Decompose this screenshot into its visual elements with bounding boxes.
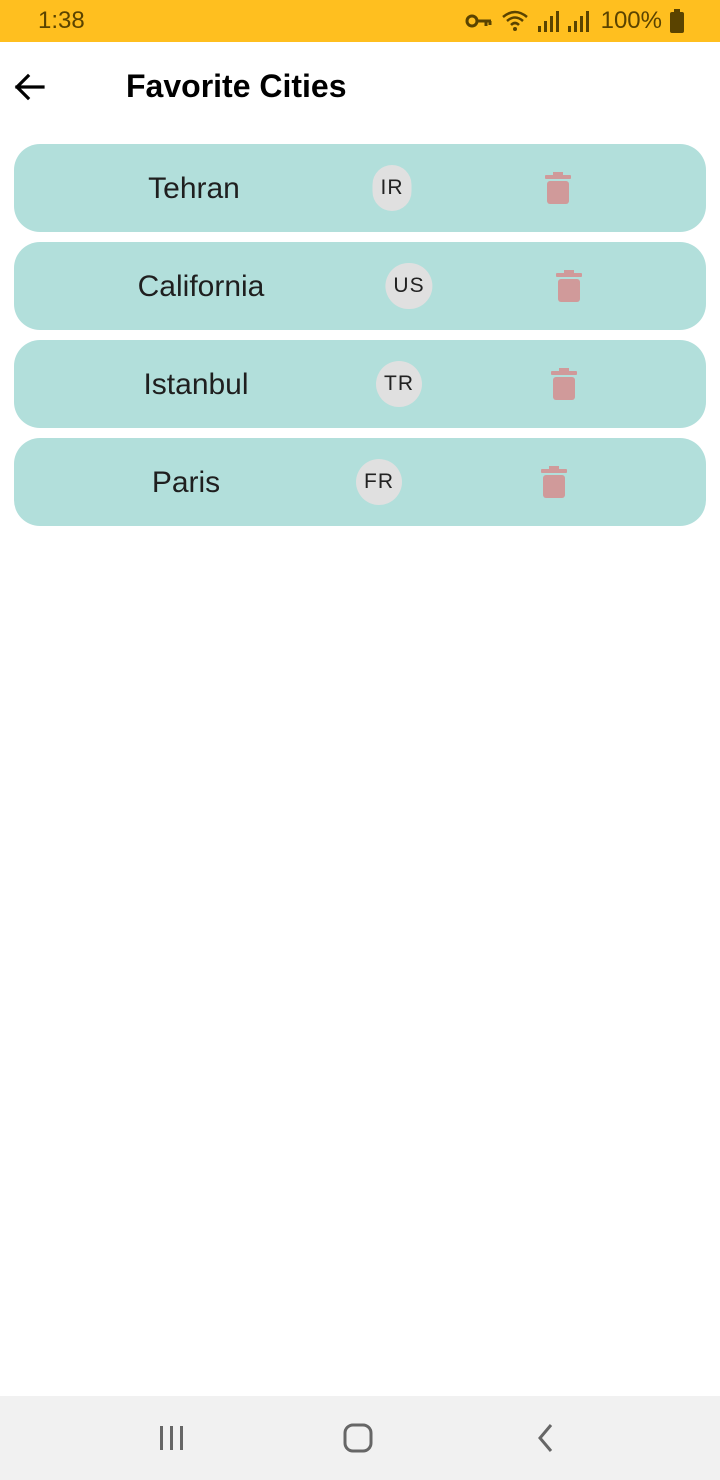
city-name: Paris bbox=[151, 466, 221, 499]
trash-icon bbox=[551, 368, 577, 400]
status-icons: 100% bbox=[465, 7, 684, 35]
city-name: Tehran bbox=[148, 172, 240, 205]
city-card[interactable]: Istanbul TR bbox=[14, 340, 706, 428]
arrow-left-icon bbox=[14, 73, 45, 101]
city-card[interactable]: Paris FR bbox=[14, 438, 706, 526]
country-chip: TR bbox=[376, 361, 422, 407]
city-card[interactable]: California US bbox=[14, 242, 706, 330]
trash-icon bbox=[541, 466, 567, 498]
wifi-icon bbox=[501, 9, 529, 33]
country-chip: US bbox=[385, 263, 433, 309]
battery-percent: 100% bbox=[600, 7, 662, 34]
signal-icon bbox=[537, 10, 559, 32]
home-icon bbox=[343, 1423, 373, 1453]
country-chip: FR bbox=[356, 459, 402, 505]
country-chip: IR bbox=[372, 165, 412, 211]
trash-icon bbox=[556, 270, 582, 302]
home-button[interactable] bbox=[336, 1420, 380, 1456]
signal-icon bbox=[567, 10, 589, 32]
status-bar: 1:38 100% bbox=[0, 0, 720, 42]
back-icon bbox=[538, 1424, 553, 1452]
system-nav-bar bbox=[0, 1396, 720, 1480]
app-bar: Favorite Cities bbox=[0, 42, 720, 132]
page-title: Favorite Cities bbox=[126, 68, 347, 104]
city-name: California bbox=[137, 270, 265, 303]
recent-apps-button[interactable] bbox=[150, 1420, 194, 1456]
status-time: 1:38 bbox=[38, 7, 85, 34]
nav-back-button[interactable] bbox=[524, 1420, 568, 1456]
battery-icon bbox=[670, 9, 684, 33]
delete-button[interactable] bbox=[540, 170, 576, 206]
city-list: Tehran IR California US Istanbul TR Pari… bbox=[14, 144, 706, 536]
key-icon bbox=[465, 11, 493, 31]
delete-button[interactable] bbox=[546, 366, 582, 402]
trash-icon bbox=[545, 172, 571, 204]
back-button[interactable] bbox=[8, 66, 50, 108]
city-name: Istanbul bbox=[143, 368, 249, 401]
recent-apps-icon bbox=[160, 1426, 183, 1450]
delete-button[interactable] bbox=[536, 464, 572, 500]
delete-button[interactable] bbox=[551, 268, 587, 304]
city-card[interactable]: Tehran IR bbox=[14, 144, 706, 232]
